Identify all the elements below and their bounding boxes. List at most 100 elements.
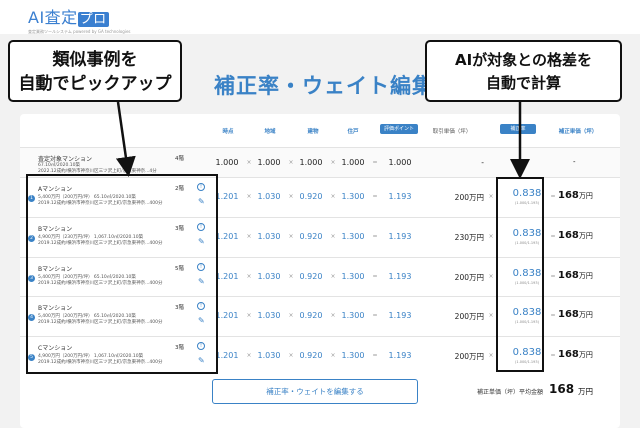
op-equals: = [372, 159, 378, 166]
value-tatemono: 0.920 [299, 232, 323, 241]
op-times: × [330, 312, 336, 319]
op-times: × [246, 193, 252, 200]
top-bar: AI査定 プロ 査定業務ツールシステム powered by GA technol… [0, 0, 640, 34]
op-times: × [246, 159, 252, 166]
value-jiten: 1.000 [215, 158, 239, 167]
value-sumu: 1.300 [341, 272, 365, 281]
value-chiiki: 1.030 [257, 311, 281, 320]
op-equals: = [372, 352, 378, 359]
value-tatemono: 0.920 [299, 192, 323, 201]
callout-auto-pickup: 類似事例を 自動でピックアップ [8, 40, 182, 102]
op-times: × [288, 312, 294, 319]
trade-price: - [481, 158, 484, 167]
trade-price: 230万円 [454, 233, 484, 242]
trade-price: 200万円 [454, 193, 484, 202]
value-sumu: 1.300 [341, 351, 365, 360]
average-value: 168 [549, 382, 575, 396]
value-hyouka: 1.000 [388, 158, 412, 167]
value-chiiki: 1.030 [257, 351, 281, 360]
op-equals: = [372, 273, 378, 280]
adjusted-price-unit: 万円 [578, 311, 593, 319]
op-equals: = [372, 233, 378, 240]
value-sumu: 1.300 [341, 192, 365, 201]
op-times: × [330, 233, 336, 240]
edit-weights-button[interactable]: 補正率・ウェイトを編集する [212, 379, 418, 404]
adjusted-price: 168万円 [558, 190, 593, 201]
logo-subtitle: 査定業務ツールシステム [28, 29, 72, 34]
value-tatemono: 1.000 [299, 158, 323, 167]
op-times: × [246, 312, 252, 319]
callout-right-line1: AIが対象との格差を [454, 51, 593, 69]
op-times: × [488, 273, 494, 280]
value-chiiki: 1.030 [257, 272, 281, 281]
op-equals: = [550, 273, 556, 280]
op-times: × [288, 233, 294, 240]
op-equals: = [372, 312, 378, 319]
op-times: × [288, 193, 294, 200]
header-sumu: 住戸 [347, 129, 359, 135]
adjusted-price-unit: 万円 [578, 192, 593, 200]
adjusted-price: 168万円 [558, 230, 593, 241]
app-logo[interactable]: AI査定 プロ 査定業務ツールシステム powered by GA technol… [28, 4, 131, 35]
op-times: × [246, 233, 252, 240]
callout-right-line2: 自動で計算 [485, 74, 561, 92]
op-equals: = [550, 312, 556, 319]
adjusted-price: 168万円 [558, 270, 593, 281]
adjusted-price-value: 168 [558, 309, 579, 320]
adjusted-price-value: 168 [558, 190, 579, 201]
header-tatemono: 建物 [307, 129, 319, 135]
adjusted-price-unit: 万円 [578, 272, 593, 280]
callout-ai-calc: AIが対象との格差を 自動で計算 [425, 40, 622, 102]
adjusted-price-value: 168 [558, 230, 579, 241]
op-times: × [246, 352, 252, 359]
value-sumu: 1.000 [341, 158, 365, 167]
adjusted-price-value: 168 [558, 349, 579, 360]
op-times: × [288, 352, 294, 359]
value-tatemono: 0.920 [299, 311, 323, 320]
trade-price: 200万円 [454, 352, 484, 361]
header-hosei-tanka: 補正単価（坪） [558, 129, 598, 135]
value-tatemono: 0.920 [299, 272, 323, 281]
logo-main-text: AI査定 [28, 8, 78, 27]
op-times: × [246, 273, 252, 280]
adjusted-price: - [573, 158, 576, 166]
op-times: × [488, 193, 494, 200]
page-title: 補正率・ウェイト編集 [214, 74, 434, 98]
callout-left-line1: 類似事例を [52, 50, 138, 70]
op-times: × [288, 273, 294, 280]
op-equals: = [372, 193, 378, 200]
adjusted-price-unit: 万円 [578, 351, 593, 359]
value-sumu: 1.300 [341, 232, 365, 241]
op-times: × [330, 159, 336, 166]
trade-price: 200万円 [454, 273, 484, 282]
value-hyouka: 1.193 [388, 351, 412, 360]
value-chiiki: 1.000 [257, 158, 281, 167]
value-hyouka: 1.193 [388, 232, 412, 241]
op-times: × [288, 159, 294, 166]
average-unit: 万円 [578, 387, 593, 396]
header-torihiki: 取引単価（坪） [432, 129, 472, 135]
adjusted-price: 168万円 [558, 349, 593, 360]
logo-powered-by: powered by GA technologies [73, 29, 131, 34]
comparables-highlight-box [26, 174, 218, 374]
value-hyouka: 1.193 [388, 311, 412, 320]
op-times: × [488, 352, 494, 359]
value-chiiki: 1.030 [257, 192, 281, 201]
op-times: × [330, 193, 336, 200]
op-equals: = [550, 352, 556, 359]
property-floor: 4階 [175, 156, 184, 162]
trade-price: 200万円 [454, 312, 484, 321]
adjusted-price: 168万円 [558, 309, 593, 320]
average-label: 補正単価（坪）平均金額 [477, 389, 544, 396]
op-times: × [488, 233, 494, 240]
adjust-rate: - [525, 158, 529, 166]
value-tatemono: 0.920 [299, 351, 323, 360]
adjust-rate-highlight-box [496, 177, 544, 372]
logo-accent-text: プロ [77, 12, 109, 27]
op-equals: = [550, 193, 556, 200]
op-times: × [330, 273, 336, 280]
adjusted-price-unit: 万円 [578, 232, 593, 240]
value-hyouka: 1.193 [388, 272, 412, 281]
adjusted-price-value: 168 [558, 270, 579, 281]
base-property-row: 査定対象マンション 4階 67.10㎡/2020.10築 2022.12成約/横… [20, 147, 620, 177]
